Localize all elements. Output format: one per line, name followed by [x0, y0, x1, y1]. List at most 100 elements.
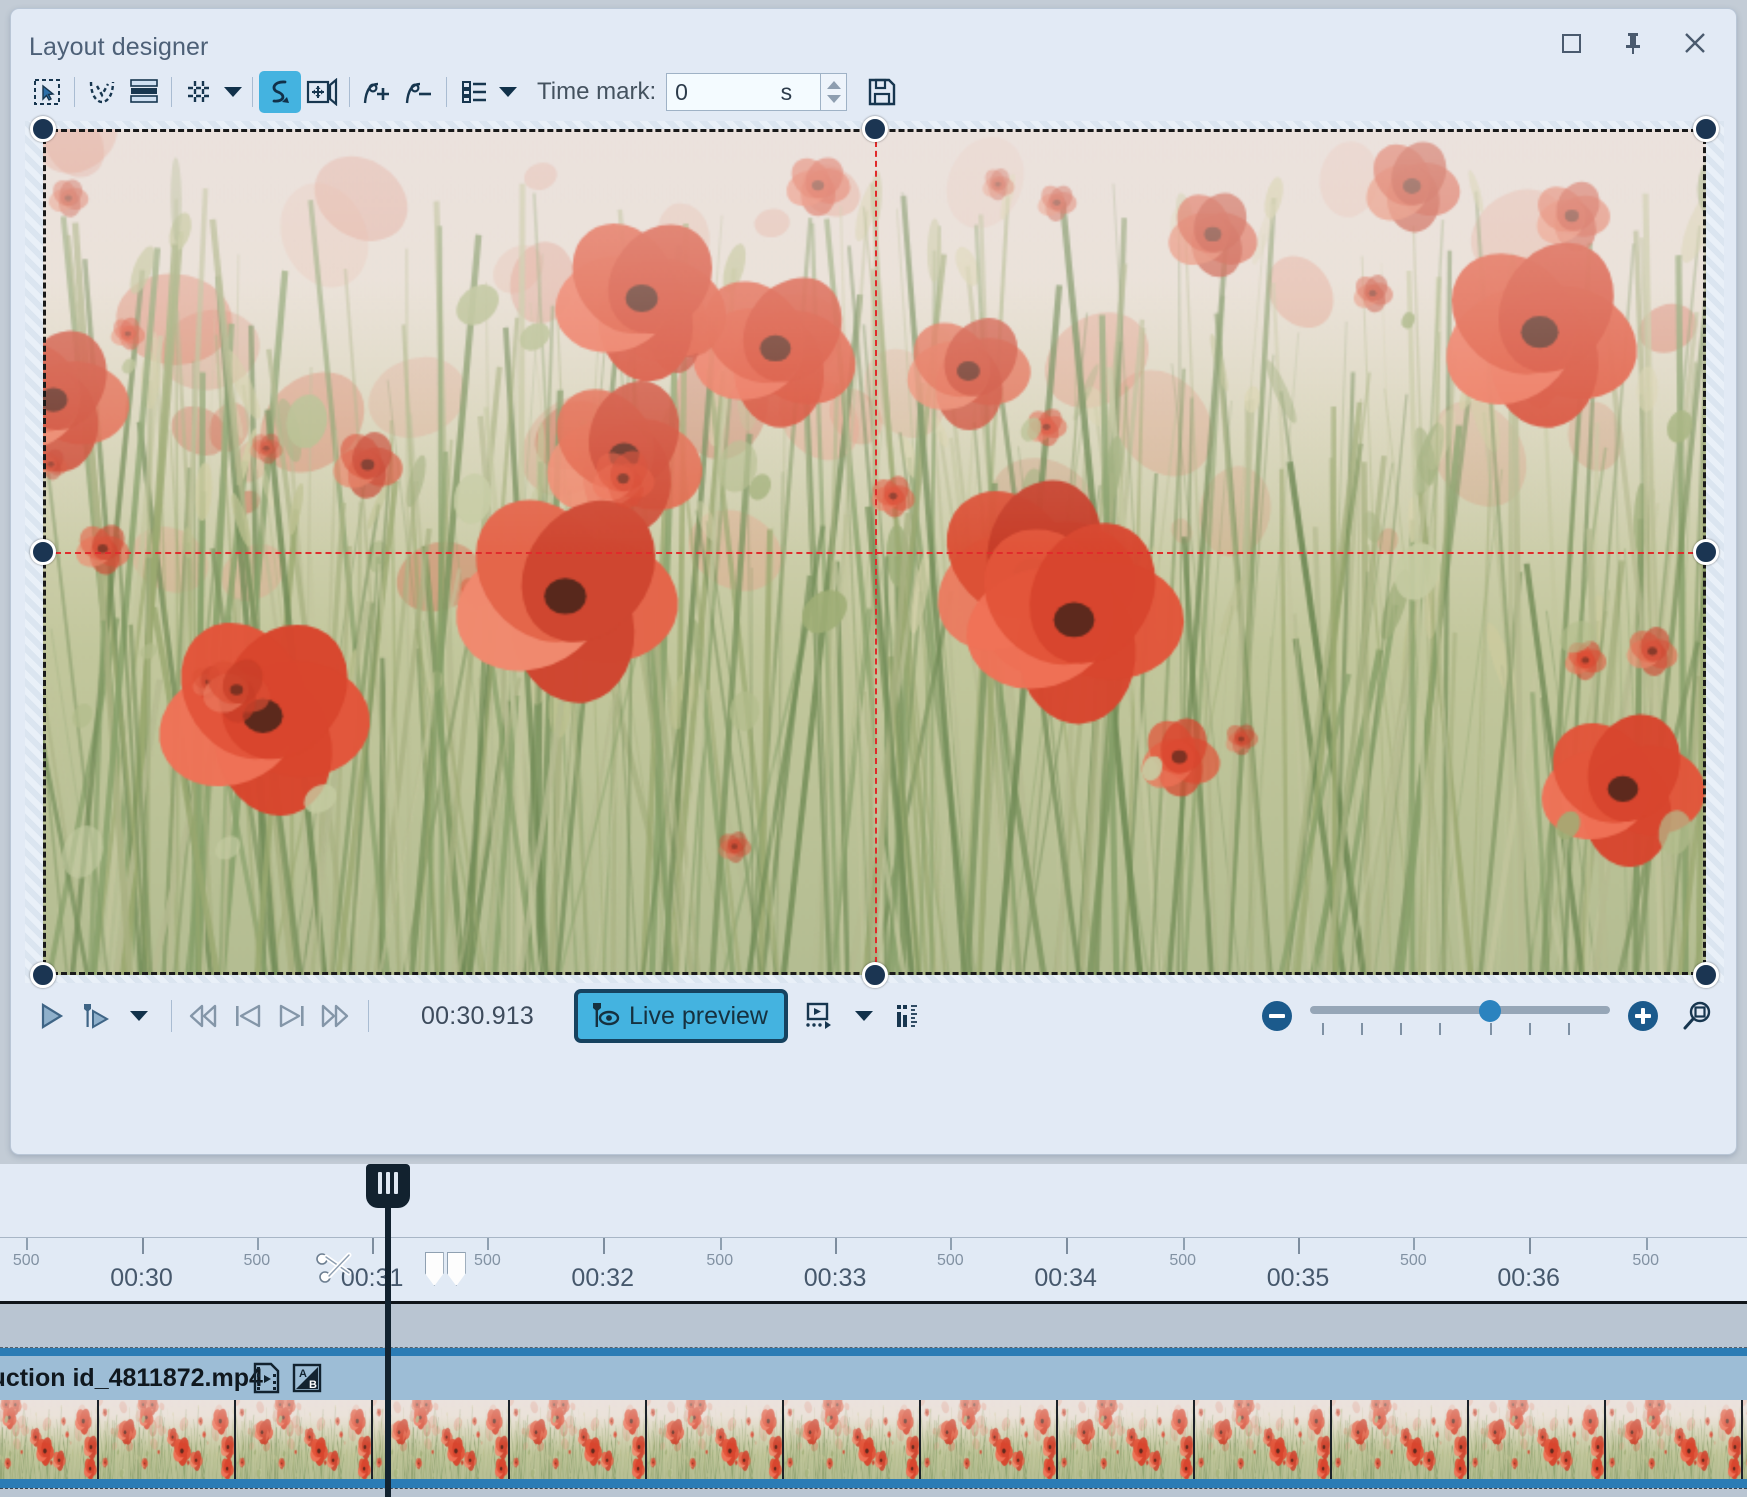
toolbar-separator	[349, 77, 350, 107]
audio-levels-icon	[893, 1001, 923, 1031]
split-marker-left	[425, 1252, 444, 1286]
snap-points-button[interactable]	[81, 71, 123, 113]
live-preview-button[interactable]: Live preview	[574, 989, 788, 1043]
handle-top-right[interactable]	[1693, 116, 1719, 142]
zoom-fit-button[interactable]	[1674, 994, 1718, 1038]
chevron-down-icon	[855, 1011, 873, 1021]
transform-button[interactable]	[301, 71, 343, 113]
transport-bar: 00:30.913 Live preview	[11, 985, 1736, 1047]
next-frame-button[interactable]	[270, 994, 314, 1038]
safe-areas-button[interactable]	[123, 71, 165, 113]
title-bar: Layout designer	[11, 9, 1736, 67]
close-button[interactable]	[1664, 19, 1726, 67]
render-preview-button[interactable]	[798, 994, 842, 1038]
zoom-controls	[1262, 994, 1718, 1038]
timeline-clip-header[interactable]: oduction id_4811872.mp4 A B	[0, 1348, 1747, 1400]
ruler-minor-tick	[720, 1238, 722, 1250]
stepper-up-icon[interactable]	[827, 81, 841, 89]
handle-middle-right[interactable]	[1693, 539, 1719, 565]
clip-icon-group: A B	[252, 1362, 322, 1394]
live-preview-label: Live preview	[629, 1002, 768, 1031]
point-plus-icon	[362, 78, 392, 106]
pin-icon	[1622, 31, 1644, 55]
list-view-button[interactable]	[453, 71, 495, 113]
handle-middle-left[interactable]	[30, 539, 56, 565]
list-dropdown-button[interactable]	[495, 71, 521, 113]
time-mark-field[interactable]: 0 s	[666, 73, 821, 111]
ruler-minor-label: 500	[1400, 1252, 1427, 1270]
scissors-icon	[313, 1246, 357, 1290]
chevron-down-icon	[130, 1011, 148, 1021]
stepper-down-icon[interactable]	[827, 95, 841, 103]
split-markers-button[interactable]	[425, 1252, 466, 1286]
ab-transition-icon[interactable]: A B	[292, 1362, 322, 1394]
previous-frame-button[interactable]	[226, 994, 270, 1038]
designer-toolbar: Time mark: 0 s	[11, 67, 1736, 117]
chevron-down-icon	[224, 87, 242, 97]
timeline-ruler[interactable]: 50050050050050050050050000:3000:3100:320…	[0, 1238, 1747, 1304]
grid-dropdown-button[interactable]	[220, 71, 246, 113]
video-preview[interactable]	[43, 129, 1706, 975]
path-tool-button[interactable]	[259, 71, 301, 113]
timeline-empty-track[interactable]	[0, 1488, 1747, 1497]
remove-keyframe-button[interactable]	[398, 71, 440, 113]
timeline-track-band[interactable]	[0, 1304, 1747, 1348]
handle-top-center[interactable]	[862, 116, 888, 142]
time-mark-label: Time mark:	[537, 78, 656, 106]
list-icon	[460, 78, 488, 106]
window-controls	[1540, 19, 1726, 67]
toolbar-separator	[252, 77, 253, 107]
ruler-minor-tick	[1646, 1238, 1648, 1250]
zoom-in-button[interactable]	[1628, 1001, 1658, 1031]
play-from-cursor-button[interactable]	[73, 994, 117, 1038]
zoom-slider-thumb[interactable]	[1479, 1000, 1501, 1022]
transform-frame-icon	[306, 78, 338, 106]
zoom-out-button[interactable]	[1262, 1001, 1292, 1031]
snap-curve-icon	[87, 78, 117, 106]
ruler-minor-tick	[1183, 1238, 1185, 1250]
audio-levels-button[interactable]	[886, 994, 930, 1038]
render-preview-icon	[804, 1000, 836, 1032]
selection-tool-button[interactable]	[26, 71, 68, 113]
toolbar-separator	[171, 77, 172, 107]
render-options-dropdown[interactable]	[842, 994, 886, 1038]
ruler-major-tick	[835, 1238, 837, 1254]
next-frame-icon	[275, 1000, 309, 1032]
time-mark-unit: s	[781, 79, 793, 106]
zoom-slider-track	[1310, 1006, 1610, 1014]
video-clip-icon[interactable]	[252, 1362, 282, 1394]
add-keyframe-button[interactable]	[356, 71, 398, 113]
bars-stack-icon	[129, 79, 159, 105]
maximize-button[interactable]	[1540, 19, 1602, 67]
timeline-panel[interactable]: 50050050050050050050050000:3000:3100:320…	[0, 1164, 1747, 1497]
ruler-time-label: 00:30	[110, 1264, 173, 1293]
play-button[interactable]	[29, 994, 73, 1038]
transport-separator	[368, 1000, 369, 1032]
fast-forward-icon	[318, 1000, 354, 1032]
pin-button[interactable]	[1602, 19, 1664, 67]
ruler-major-tick	[1529, 1238, 1531, 1254]
time-mark-stepper[interactable]	[821, 73, 847, 111]
ruler-time-label: 00:34	[1034, 1264, 1097, 1293]
ruler-minor-tick	[1413, 1238, 1415, 1250]
timeline-playhead[interactable]	[385, 1164, 391, 1497]
handle-top-left[interactable]	[30, 116, 56, 142]
ruler-minor-label: 500	[243, 1252, 270, 1270]
playback-options-dropdown[interactable]	[117, 994, 161, 1038]
minus-icon	[1269, 1014, 1285, 1018]
split-marker-right	[447, 1252, 466, 1286]
fast-forward-button[interactable]	[314, 994, 358, 1038]
ruler-major-tick	[603, 1238, 605, 1254]
save-button[interactable]	[861, 71, 903, 113]
ruler-major-tick	[372, 1238, 374, 1254]
fast-rewind-button[interactable]	[182, 994, 226, 1038]
timeline-filmstrip[interactable]	[0, 1400, 1747, 1488]
preview-canvas-area[interactable]	[25, 121, 1724, 983]
grid-button[interactable]	[178, 71, 220, 113]
ruler-time-label: 00:32	[571, 1264, 634, 1293]
ruler-minor-tick	[257, 1238, 259, 1250]
zoom-slider[interactable]	[1310, 999, 1610, 1033]
playhead-handle[interactable]	[366, 1164, 410, 1208]
ruler-minor-tick	[950, 1238, 952, 1250]
split-clip-button[interactable]	[313, 1246, 357, 1295]
